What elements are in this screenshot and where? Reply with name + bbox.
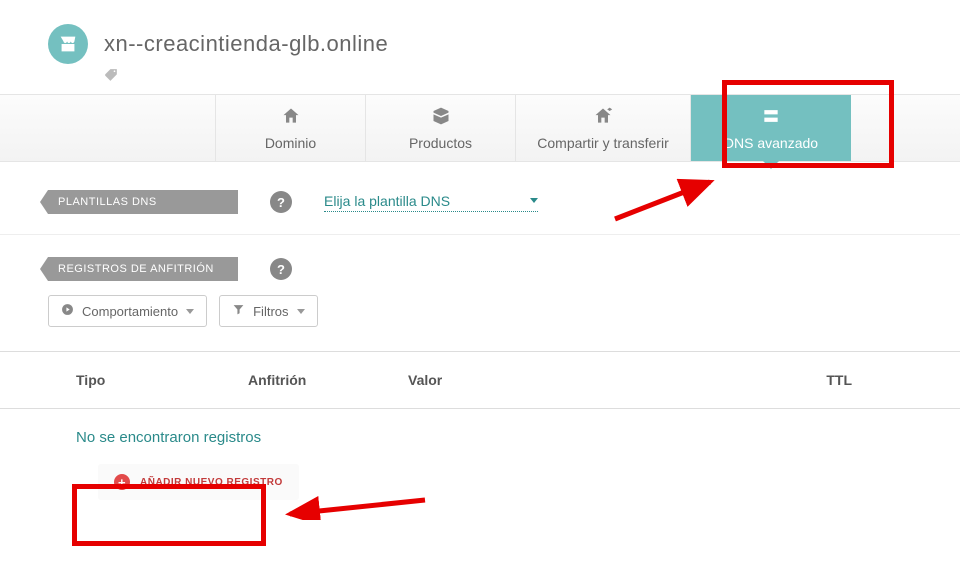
domain-title: xn--creacintienda-glb.online	[104, 31, 388, 57]
caret-down-icon	[186, 309, 194, 314]
tab-label: DNS avanzado	[724, 135, 818, 151]
page-header: xn--creacintienda-glb.online	[0, 0, 960, 70]
plus-icon: +	[114, 474, 130, 490]
tab-compartir[interactable]: Compartir y transferir	[516, 95, 691, 161]
add-record-button[interactable]: + AÑADIR NUEVO REGISTRO	[98, 464, 299, 500]
select-label: Elija la plantilla DNS	[324, 193, 450, 209]
funnel-icon	[232, 303, 245, 319]
arrow-annotation	[280, 492, 430, 520]
tab-label: Compartir y transferir	[537, 135, 668, 151]
store-icon	[48, 24, 88, 64]
col-anfitrion: Anfitrión	[248, 372, 408, 388]
col-valor: Valor	[408, 372, 608, 388]
plantillas-select[interactable]: Elija la plantilla DNS	[324, 193, 538, 212]
tab-productos[interactable]: Productos	[366, 95, 516, 161]
empty-message: No se encontraron registros	[0, 409, 960, 460]
share-icon	[593, 106, 613, 129]
box-icon	[431, 106, 451, 129]
tab-label: Dominio	[265, 135, 316, 151]
registros-label: REGISTROS DE ANFITRIÓN	[48, 257, 238, 281]
filtros-button[interactable]: Filtros	[219, 295, 317, 327]
filter-row: Comportamiento Filtros	[0, 295, 960, 352]
caret-down-icon	[297, 309, 305, 314]
button-label: Comportamiento	[82, 304, 178, 319]
server-icon	[761, 106, 781, 129]
col-ttl: TTL	[826, 372, 912, 388]
help-icon[interactable]: ?	[270, 258, 292, 280]
button-label: AÑADIR NUEVO REGISTRO	[140, 477, 283, 488]
help-icon[interactable]: ?	[270, 191, 292, 213]
tab-bar: Dominio Productos Compartir y transferir…	[0, 94, 960, 162]
caret-down-icon	[530, 198, 538, 203]
home-icon	[281, 106, 301, 129]
comportamiento-button[interactable]: Comportamiento	[48, 295, 207, 327]
section-registros: REGISTROS DE ANFITRIÓN ?	[0, 235, 960, 295]
button-label: Filtros	[253, 304, 288, 319]
tab-dominio[interactable]: Dominio	[216, 95, 366, 161]
tag-icon[interactable]	[104, 68, 118, 82]
section-plantillas: PLANTILLAS DNS ? Elija la plantilla DNS	[0, 162, 960, 235]
tab-label: Productos	[409, 135, 472, 151]
table-header: Tipo Anfitrión Valor TTL	[0, 352, 960, 409]
plantillas-label: PLANTILLAS DNS	[48, 190, 238, 214]
play-circle-icon	[61, 303, 74, 319]
tab-dns-avanzado[interactable]: DNS avanzado	[691, 95, 851, 161]
col-tipo: Tipo	[48, 372, 248, 388]
